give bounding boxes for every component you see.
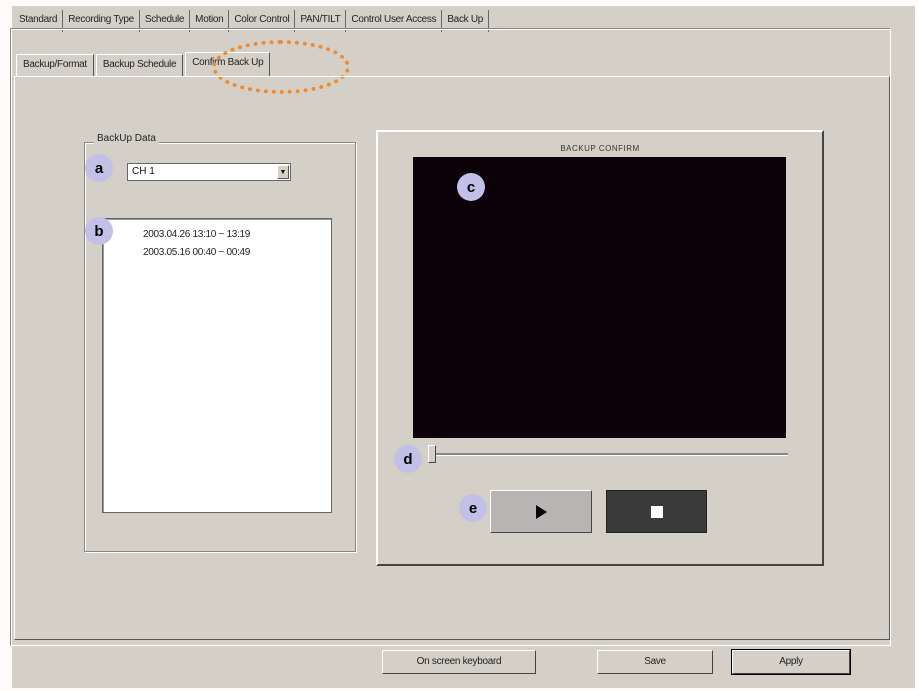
backup-data-title: BackUp Data [94,133,159,144]
tab-backup-format[interactable]: Backup/Format [16,54,94,77]
list-item[interactable]: 2003.05.16 00:40 ~ 00:49 [143,247,250,258]
marker-a: a [85,154,113,182]
list-item[interactable]: 2003.04.26 13:10 ~ 13:19 [143,229,250,240]
channel-select-value: CH 1 [132,166,155,177]
marker-c: c [457,173,485,201]
play-icon [535,504,547,519]
backup-list[interactable]: 2003.04.26 13:10 ~ 13:19 2003.05.16 00:4… [102,218,332,513]
marker-d: d [394,445,422,473]
marker-b: b [85,217,113,245]
playback-slider-thumb[interactable] [428,445,436,463]
play-button[interactable] [490,490,592,533]
marker-e: e [459,494,487,522]
stop-button[interactable] [606,490,707,533]
apply-button[interactable]: Apply [731,649,851,675]
save-button[interactable]: Save [597,650,713,674]
chevron-down-icon[interactable]: ▼ [277,165,289,179]
tab-backup-schedule[interactable]: Backup Schedule [95,54,184,77]
video-panel-title: BACKUP CONFIRM [560,144,640,153]
on-screen-keyboard-button[interactable]: On screen keyboard [382,650,536,674]
stop-icon [650,505,663,518]
playback-slider-track[interactable] [428,453,788,456]
channel-select[interactable]: CH 1 ▼ [127,163,291,181]
